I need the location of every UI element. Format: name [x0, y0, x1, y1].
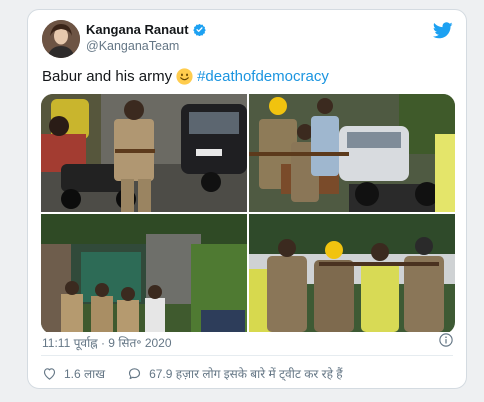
tweet-text: Babur and his army #deathofdemocracy: [42, 68, 329, 85]
tweet-timestamp[interactable]: 11:11 पूर्वाह्न · 9 सित॰ 2020: [42, 334, 172, 351]
conversation-button[interactable]: 67.9 हज़ार लोग इसके बारे में ट्वीट कर रह…: [127, 365, 343, 382]
like-button[interactable]: 1.6 लाख: [42, 365, 105, 382]
author-name[interactable]: Kangana Ranaut: [86, 22, 189, 37]
photo-grid: [41, 94, 455, 334]
tweet-card[interactable]: Kangana Ranaut @KanganaTeam Babur and hi…: [27, 9, 467, 389]
author-avatar[interactable]: [42, 20, 80, 58]
like-count: 1.6 लाख: [64, 367, 106, 381]
comment-icon: [129, 368, 141, 380]
tweet-photo-4[interactable]: [249, 214, 455, 332]
smiling-face-emoji-icon: [176, 68, 193, 85]
author-handle[interactable]: @KanganaTeam: [86, 39, 179, 53]
tweet-body: Babur and his army: [42, 68, 173, 85]
hashtag-link[interactable]: #deathofdemocracy: [197, 68, 329, 85]
tweet-actions: 1.6 लाख 67.9 हज़ार लोग इसके बारे में ट्व…: [42, 365, 343, 382]
verified-badge-icon: [192, 23, 206, 36]
info-icon[interactable]: [439, 333, 453, 347]
heart-icon: [43, 368, 56, 380]
tweet-photo-3[interactable]: [41, 214, 247, 332]
twitter-bird-icon[interactable]: [433, 22, 453, 39]
divider: [41, 355, 453, 356]
tweet-photo-1[interactable]: [41, 94, 247, 212]
conversation-text: 67.9 हज़ार लोग इसके बारे में ट्वीट कर रह…: [149, 367, 343, 381]
tweet-photo-2[interactable]: [249, 94, 455, 212]
